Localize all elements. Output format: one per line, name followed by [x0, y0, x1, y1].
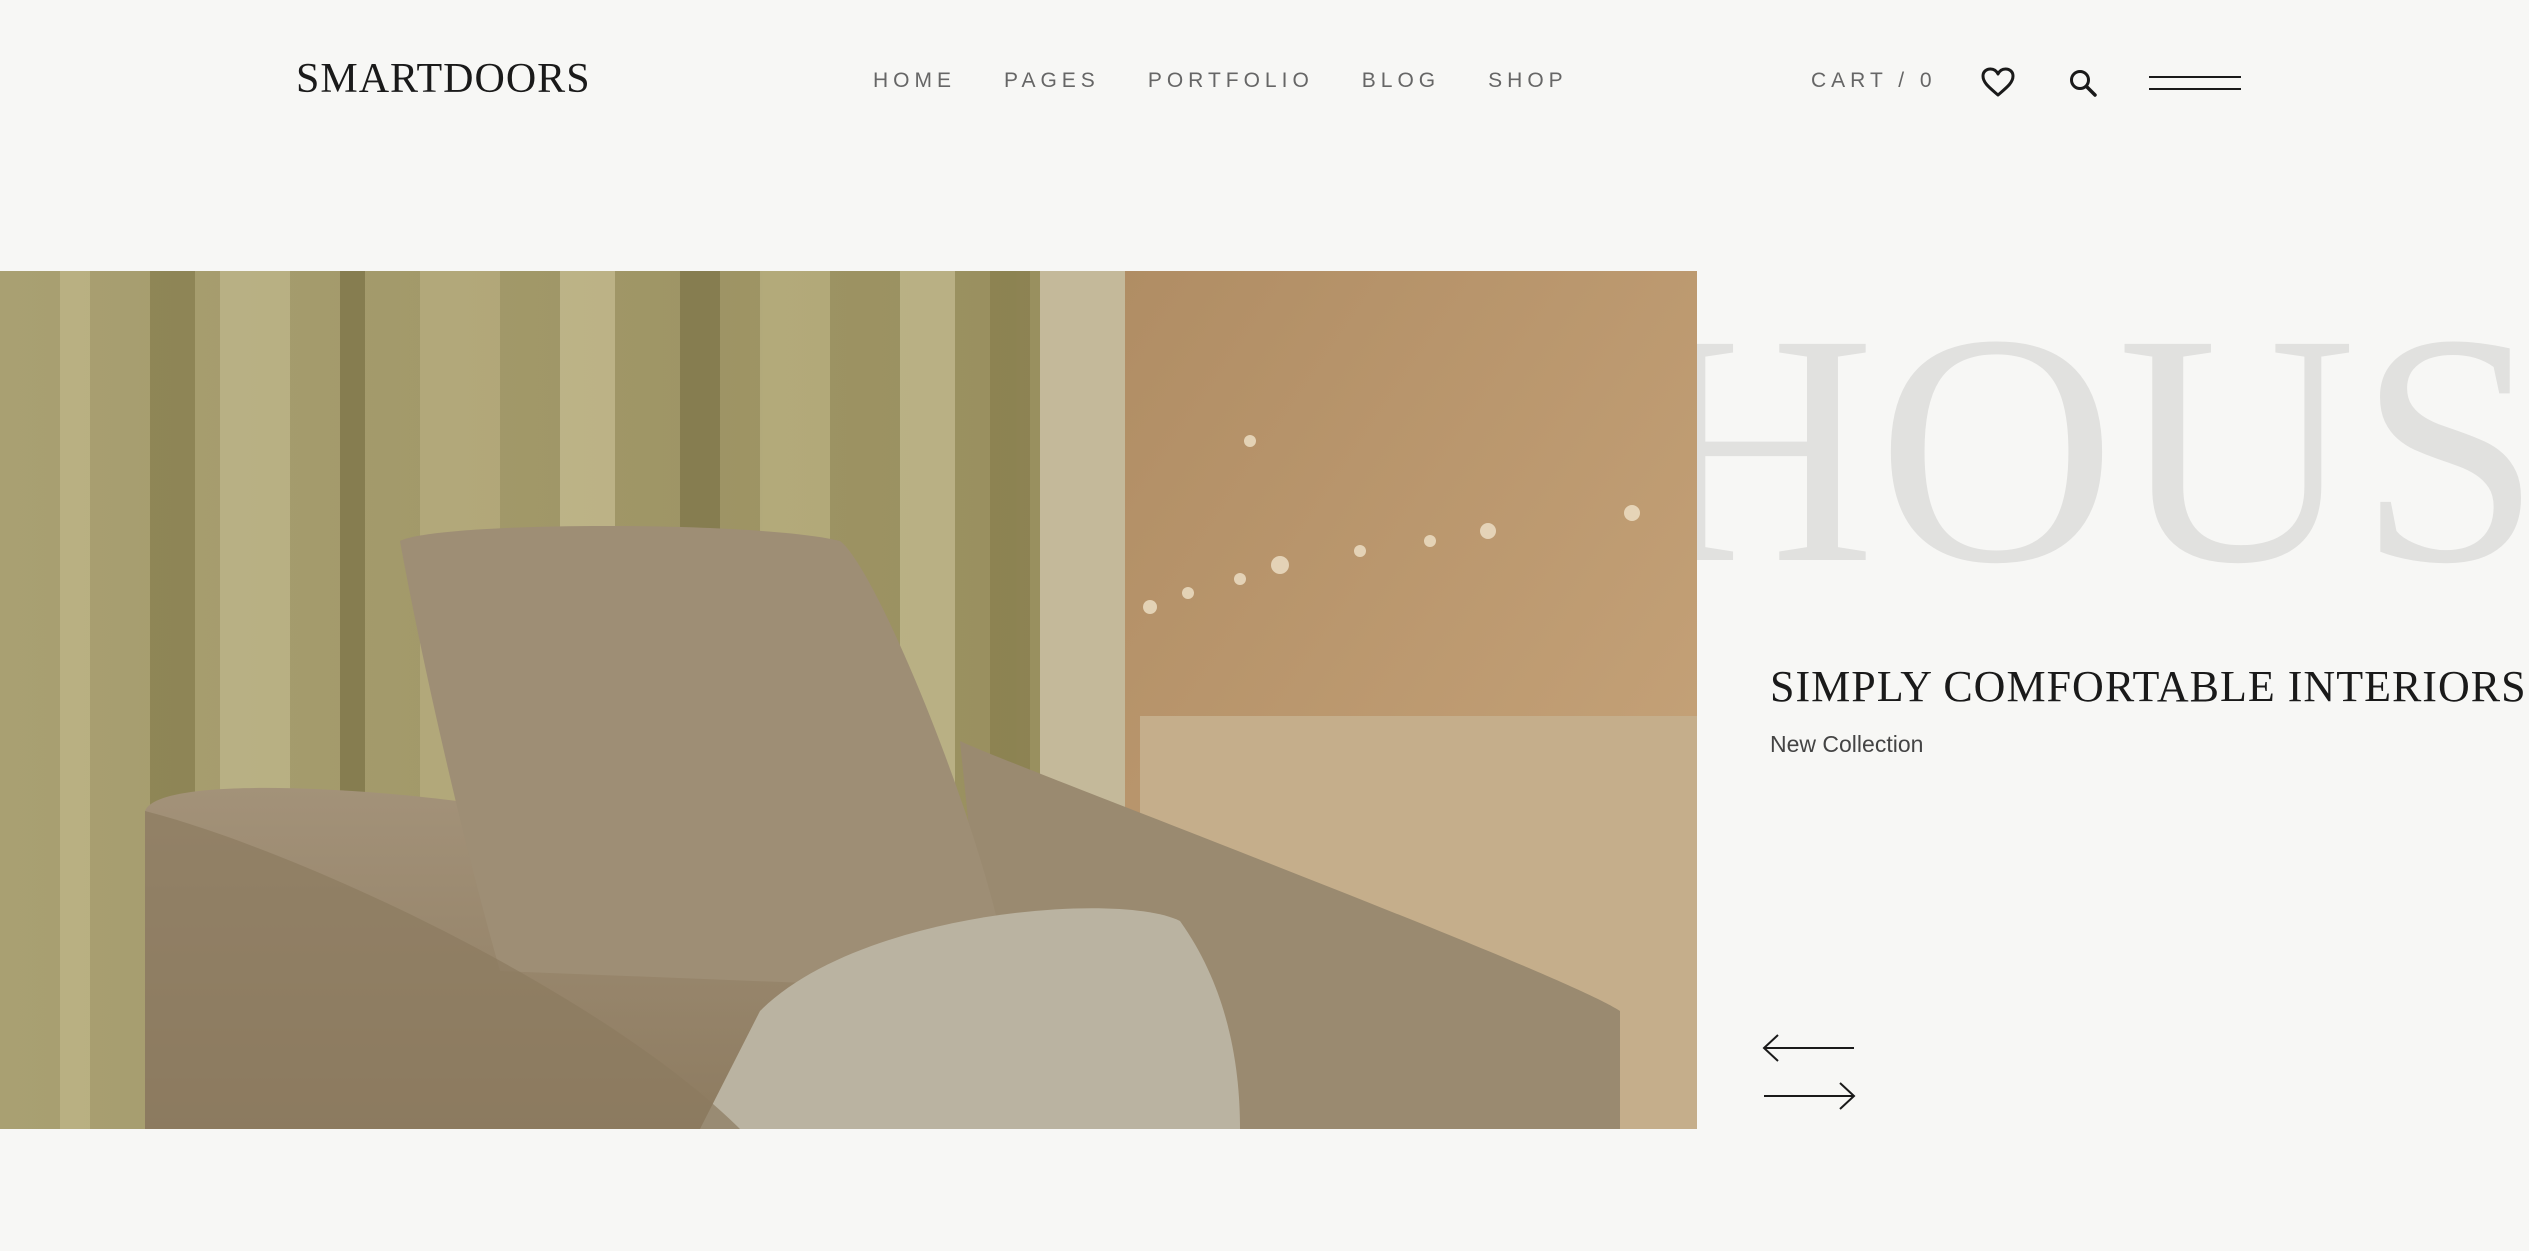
- site-header: SMARTDOORS HOME PAGES PORTFOLIO BLOG SHO…: [0, 0, 2529, 170]
- nav-home[interactable]: HOME: [873, 70, 956, 91]
- cart-link[interactable]: CART / 0: [1811, 70, 1937, 91]
- hero-watermark-word: HOUST: [1697, 290, 2529, 610]
- nav-blog[interactable]: BLOG: [1362, 70, 1440, 91]
- slider-next-button[interactable]: [1762, 1081, 1856, 1111]
- nav-shop[interactable]: SHOP: [1488, 70, 1568, 91]
- menu-icon[interactable]: [2149, 74, 2241, 94]
- nav-pages[interactable]: PAGES: [1004, 70, 1100, 91]
- main-nav: HOME PAGES PORTFOLIO BLOG SHOP: [873, 70, 1616, 91]
- search-icon[interactable]: [2068, 68, 2098, 98]
- hero-headline: SIMPLY COMFORTABLE INTERIORS: [1770, 662, 2527, 711]
- hero-subline: New Collection: [1770, 731, 1924, 757]
- nav-portfolio[interactable]: PORTFOLIO: [1148, 70, 1314, 91]
- heart-icon[interactable]: [1980, 66, 2016, 98]
- hero-image-armchair: [0, 271, 1697, 1129]
- arrow-right-icon: [1764, 1082, 1856, 1110]
- site-logo[interactable]: SMARTDOORS: [296, 58, 591, 100]
- arrow-left-icon: [1762, 1034, 1854, 1062]
- slider-prev-button[interactable]: [1762, 1033, 1856, 1063]
- hero-watermark-clip: HOUST: [1697, 290, 2529, 610]
